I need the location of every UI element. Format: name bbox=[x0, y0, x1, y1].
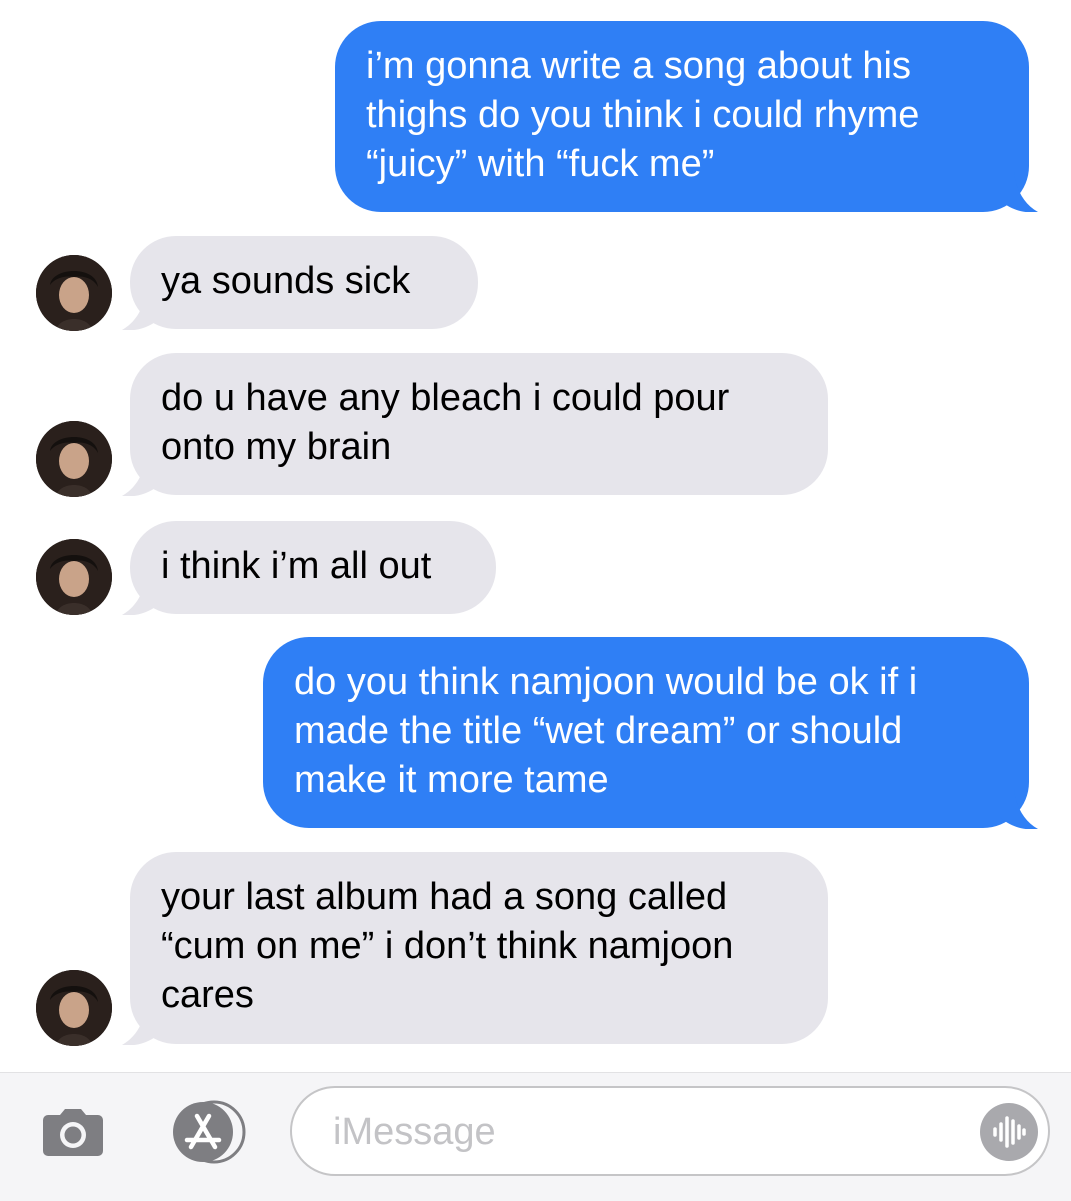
bubble-tail bbox=[1000, 789, 1038, 829]
message-text: i’m gonna write a song about his thighs … bbox=[366, 45, 920, 185]
bubble-tail bbox=[122, 456, 160, 496]
message-text: do you think namjoon would be ok if i ma… bbox=[294, 661, 918, 801]
audio-message-button[interactable] bbox=[979, 1102, 1039, 1162]
message-text: ya sounds sick bbox=[161, 260, 411, 302]
avatar-photo-icon bbox=[36, 421, 112, 497]
camera-button[interactable] bbox=[42, 1107, 104, 1157]
imessage-placeholder: iMessage bbox=[333, 1111, 496, 1153]
bubble-tail bbox=[1000, 172, 1038, 212]
compose-bar: iMessage bbox=[0, 1072, 1071, 1201]
avatar-photo-icon bbox=[36, 255, 112, 331]
audio-waveform-icon bbox=[980, 1103, 1038, 1161]
bubble-tail bbox=[122, 1005, 160, 1045]
contact-avatar[interactable] bbox=[36, 421, 112, 497]
message-text: do u have any bleach i could pour onto m… bbox=[161, 377, 730, 468]
avatar-photo-icon bbox=[36, 970, 112, 1046]
sent-message-bubble[interactable]: i’m gonna write a song about his thighs … bbox=[335, 21, 1029, 212]
received-message-bubble[interactable]: do u have any bleach i could pour onto m… bbox=[130, 353, 828, 495]
message-text: your last album had a song called “cum o… bbox=[161, 876, 734, 1016]
app-store-icon bbox=[173, 1100, 246, 1164]
imessage-input[interactable]: iMessage bbox=[290, 1086, 1050, 1176]
camera-icon bbox=[43, 1109, 103, 1156]
avatar-photo-icon bbox=[36, 539, 112, 615]
bubble-tail bbox=[122, 290, 160, 330]
bubble-tail bbox=[122, 575, 160, 615]
contact-avatar[interactable] bbox=[36, 255, 112, 331]
app-store-button[interactable] bbox=[163, 1100, 249, 1164]
contact-avatar[interactable] bbox=[36, 970, 112, 1046]
received-message-bubble[interactable]: your last album had a song called “cum o… bbox=[130, 852, 828, 1044]
sent-message-bubble[interactable]: do you think namjoon would be ok if i ma… bbox=[263, 637, 1029, 828]
received-message-bubble[interactable]: i think i’m all out bbox=[130, 521, 496, 614]
received-message-bubble[interactable]: ya sounds sick bbox=[130, 236, 478, 329]
contact-avatar[interactable] bbox=[36, 539, 112, 615]
message-thread: i’m gonna write a song about his thighs … bbox=[0, 0, 1071, 1072]
message-text: i think i’m all out bbox=[161, 545, 432, 587]
